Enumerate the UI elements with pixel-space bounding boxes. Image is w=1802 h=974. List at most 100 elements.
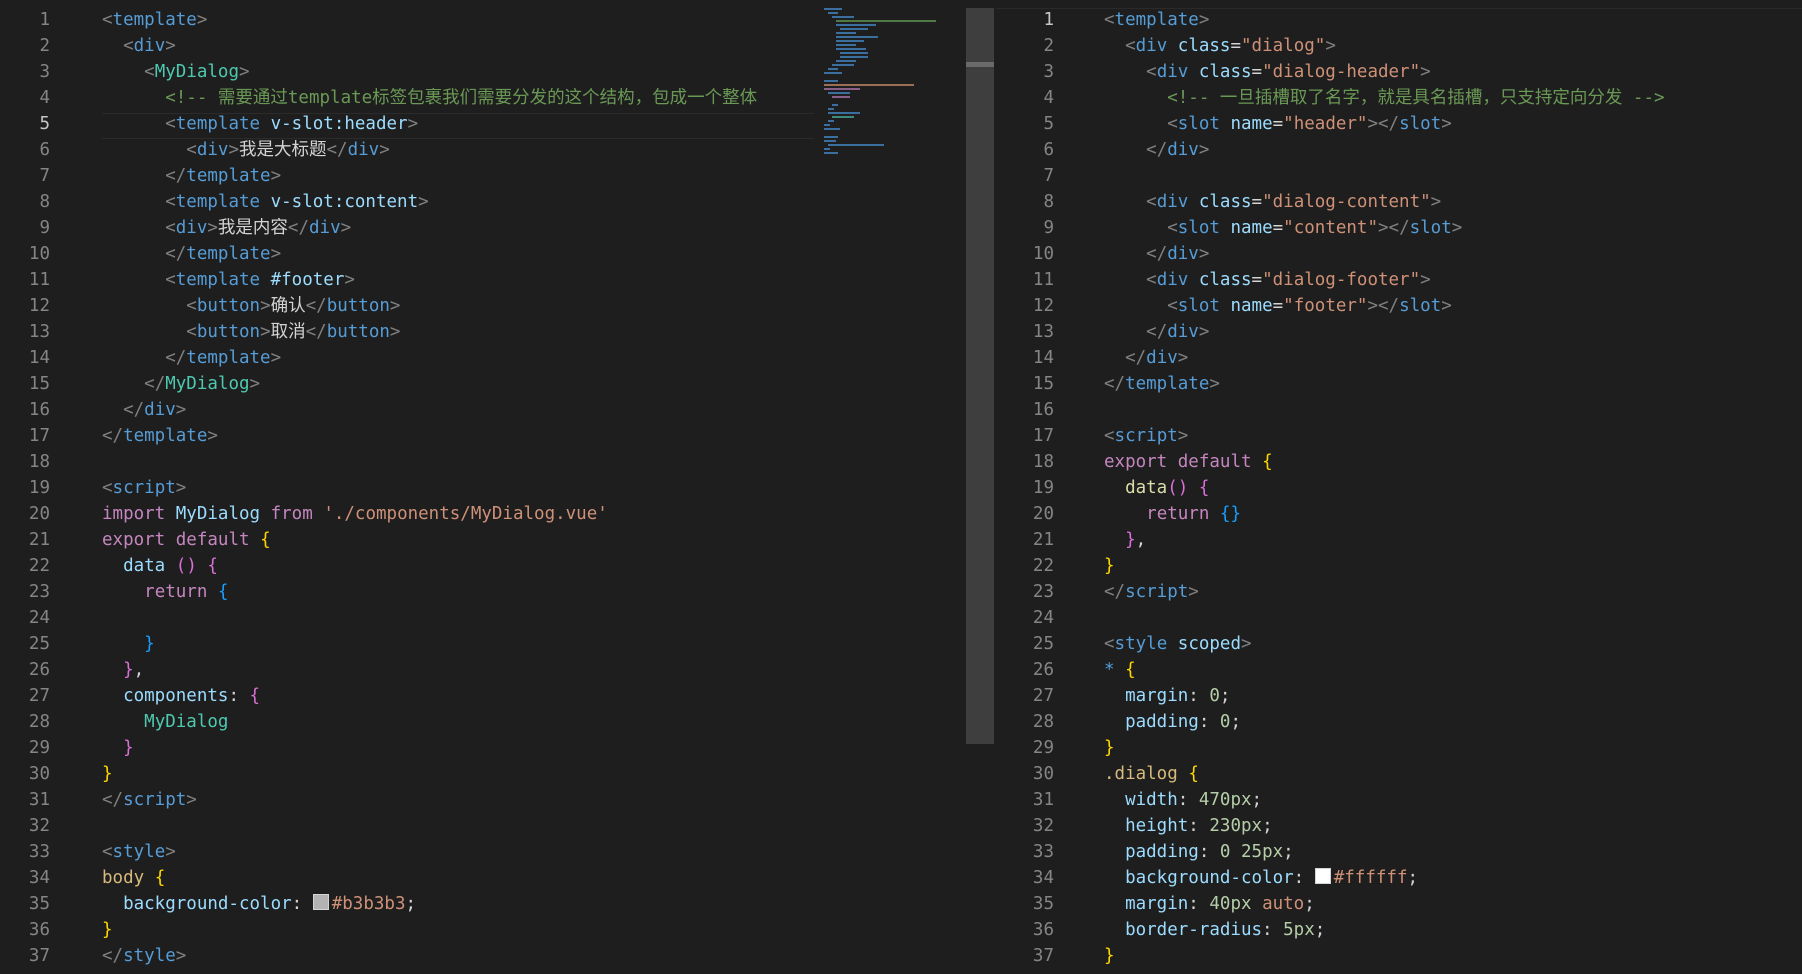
code-line[interactable]: 4 <!-- 一旦插槽取了名字，就是具名插槽，只支持定向分发 --> bbox=[996, 85, 1802, 111]
code-line[interactable]: 9 <div>我是内容</div> bbox=[0, 215, 964, 241]
vertical-scrollbar[interactable] bbox=[966, 8, 994, 744]
code-token: > bbox=[165, 842, 176, 862]
code-line[interactable]: 28 padding: 0; bbox=[996, 709, 1802, 735]
code-line[interactable]: 16 bbox=[996, 397, 1802, 423]
code-line[interactable]: 21 export default { bbox=[0, 527, 964, 553]
code-line[interactable]: 24 bbox=[996, 605, 1802, 631]
code-line[interactable]: 36 border-radius: 5px; bbox=[996, 917, 1802, 943]
code-line[interactable]: 17 <script> bbox=[996, 423, 1802, 449]
code-line[interactable]: 18 export default { bbox=[996, 449, 1802, 475]
code-line[interactable]: 30 .dialog { bbox=[996, 761, 1802, 787]
code-line[interactable]: 14 </template> bbox=[0, 345, 964, 371]
code-text: <script> bbox=[102, 475, 186, 501]
code-line[interactable]: 29} bbox=[996, 735, 1802, 761]
code-token: () bbox=[1167, 478, 1189, 498]
code-line[interactable]: 17 </template> bbox=[0, 423, 964, 449]
line-number: 34 bbox=[28, 868, 50, 888]
code-line[interactable]: 27 margin: 0; bbox=[996, 683, 1802, 709]
code-line[interactable]: 35 background-color: #b3b3b3; bbox=[0, 891, 964, 917]
code-line[interactable]: 33 padding: 0 25px; bbox=[996, 839, 1802, 865]
line-number: 27 bbox=[28, 686, 50, 706]
code-line[interactable]: 15 </template> bbox=[996, 371, 1802, 397]
code-line[interactable]: 33 <style> bbox=[0, 839, 964, 865]
code-line[interactable]: 1 <template> bbox=[996, 7, 1802, 33]
code-line[interactable]: 32 bbox=[0, 813, 964, 839]
code-line[interactable]: 13 <button>取消</button> bbox=[0, 319, 964, 345]
code-line[interactable]: 2 <div class="dialog"> bbox=[996, 33, 1802, 59]
line-number: 25 bbox=[1032, 634, 1054, 654]
code-line[interactable]: 26 }, bbox=[0, 657, 964, 683]
code-token: "dialog-header" bbox=[1262, 62, 1421, 82]
code-line[interactable]: 14 </div> bbox=[996, 345, 1802, 371]
left-editor-pane[interactable]: 1 <template> 2 <div> 3 <MyDialog> 4 <!-- 需要通… bbox=[0, 0, 964, 974]
code-line[interactable]: 13 </div> bbox=[996, 319, 1802, 345]
line-number: 26 bbox=[1032, 660, 1054, 680]
code-token: template bbox=[123, 426, 208, 446]
code-line[interactable]: 22 data () { bbox=[0, 553, 964, 579]
code-text: <div>我是大标题</div> bbox=[102, 137, 389, 163]
code-line[interactable]: 23 return { bbox=[0, 579, 964, 605]
code-line[interactable]: 25 <style scoped> bbox=[996, 631, 1802, 657]
code-line[interactable]: 34 background-color: #ffffff; bbox=[996, 865, 1802, 891]
code-line[interactable]: 25 } bbox=[0, 631, 964, 657]
code-token: "header" bbox=[1283, 114, 1368, 134]
code-line[interactable]: 29 } bbox=[0, 735, 964, 761]
code-line[interactable]: 7 bbox=[996, 163, 1802, 189]
code-token: > bbox=[239, 62, 250, 82]
code-line[interactable]: 12 <slot name="footer"></slot> bbox=[996, 293, 1802, 319]
code-line[interactable]: 35 margin: 40px auto; bbox=[996, 891, 1802, 917]
minimap[interactable] bbox=[820, 6, 964, 156]
code-line[interactable]: 7 </template> bbox=[0, 163, 964, 189]
code-line[interactable]: 37 </style> bbox=[0, 943, 964, 969]
code-line[interactable]: 34 body { bbox=[0, 865, 964, 891]
code-line[interactable]: 5 <slot name="header"></slot> bbox=[996, 111, 1802, 137]
code-text: <template #footer> bbox=[102, 267, 355, 293]
code-line[interactable]: 19 <script> bbox=[0, 475, 964, 501]
code-line[interactable]: 18 bbox=[0, 449, 964, 475]
code-line[interactable]: 9 <slot name="content"></slot> bbox=[996, 215, 1802, 241]
code-line[interactable]: 37} bbox=[996, 943, 1802, 969]
code-line[interactable]: 19 data() { bbox=[996, 475, 1802, 501]
code-line[interactable]: 8 <template v-slot:content> bbox=[0, 189, 964, 215]
code-line[interactable]: 10 </div> bbox=[996, 241, 1802, 267]
code-line[interactable]: 10 </template> bbox=[0, 241, 964, 267]
code-line[interactable]: 28 MyDialog bbox=[0, 709, 964, 735]
code-line[interactable]: 23 </script> bbox=[996, 579, 1802, 605]
code-line[interactable]: 26 * { bbox=[996, 657, 1802, 683]
code-line[interactable]: 8 <div class="dialog-content"> bbox=[996, 189, 1802, 215]
code-line[interactable]: 6 </div> bbox=[996, 137, 1802, 163]
code-line[interactable]: 12 <button>确认</button> bbox=[0, 293, 964, 319]
code-line[interactable]: 3 <div class="dialog-header"> bbox=[996, 59, 1802, 85]
right-editor-pane[interactable]: 1 <template> 2 <div class="dialog"> 3 <div … bbox=[996, 0, 1802, 974]
code-line[interactable]: 16 </div> bbox=[0, 397, 964, 423]
code-line[interactable]: 24 bbox=[0, 605, 964, 631]
code-line[interactable]: 22} bbox=[996, 553, 1802, 579]
code-line[interactable]: 31 width: 470px; bbox=[996, 787, 1802, 813]
code-line[interactable]: 32 height: 230px; bbox=[996, 813, 1802, 839]
code-token: template bbox=[175, 270, 261, 290]
code-line[interactable]: 21 }, bbox=[996, 527, 1802, 553]
code-token: > bbox=[1420, 62, 1431, 82]
code-line[interactable]: 20 return {} bbox=[996, 501, 1802, 527]
code-line[interactable]: 27 components: { bbox=[0, 683, 964, 709]
code-line[interactable]: 11 <div class="dialog-footer"> bbox=[996, 267, 1802, 293]
color-swatch[interactable] bbox=[312, 894, 329, 910]
code-token: { bbox=[217, 582, 229, 602]
code-line[interactable]: 11 <template #footer> bbox=[0, 267, 964, 293]
code-line[interactable]: 36} bbox=[0, 917, 964, 943]
code-line[interactable]: 20 import MyDialog from './components/MyD… bbox=[0, 501, 964, 527]
color-swatch[interactable] bbox=[1314, 868, 1331, 884]
right-code-area[interactable]: 1 <template> 2 <div class="dialog"> 3 <div … bbox=[996, 7, 1802, 969]
code-line[interactable]: 15 </MyDialog> bbox=[0, 371, 964, 397]
code-line[interactable]: 31 </script> bbox=[0, 787, 964, 813]
code-line[interactable]: 30} bbox=[0, 761, 964, 787]
code-text: }, bbox=[102, 657, 144, 683]
